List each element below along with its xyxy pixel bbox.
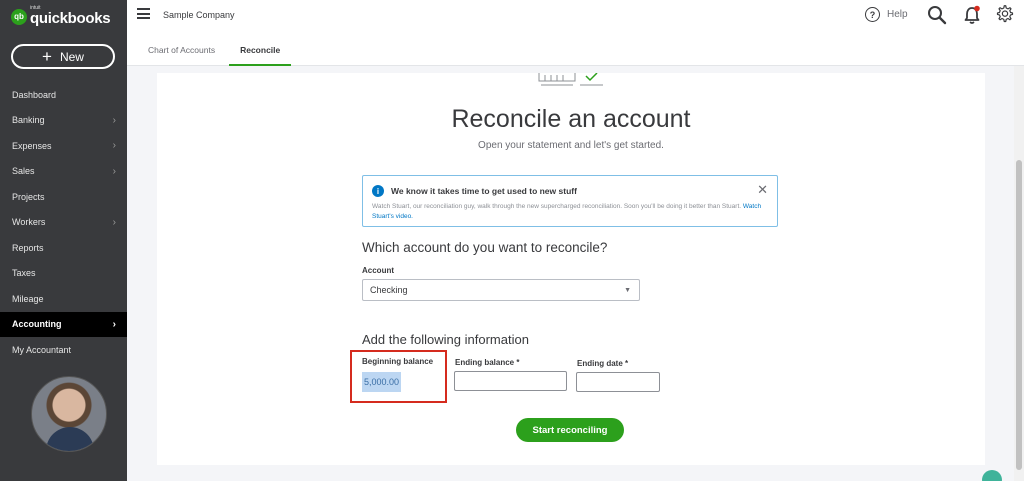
sidebar-item-my-accountant[interactable]: My Accountant [0,337,127,363]
account-select[interactable]: Checking ▼ [362,279,640,301]
chevron-right-icon: › [112,318,116,330]
sidebar-item-mileage[interactable]: Mileage [0,286,127,312]
brand-name: quickbooks [30,10,111,27]
sidebar-item-label: Projects [12,191,45,202]
sidebar-item-banking[interactable]: Banking › [0,108,127,134]
info-icon: i [372,185,384,197]
add-info-heading: Add the following information [362,332,529,347]
chevron-right-icon: › [112,216,116,228]
reconcile-illustration-icon [538,73,603,86]
search-icon[interactable] [927,5,947,25]
chat-icon[interactable] [982,470,1002,481]
info-banner: i We know it takes time to get used to n… [362,175,778,227]
tab-chart-of-accounts[interactable]: Chart of Accounts [137,45,226,66]
page-scrollbar[interactable] [1014,66,1024,481]
annotation-highlight-box [350,350,447,403]
top-bar: Sample Company ? Help Chart of Accounts … [127,0,1024,66]
start-reconciling-button[interactable]: Start reconciling [516,418,624,442]
sidebar: qb intuit quickbooks + New Dashboard Bank… [0,0,127,481]
menu-icon[interactable] [137,8,150,19]
chevron-right-icon: › [112,114,116,126]
plus-icon: + [42,47,52,66]
ending-date-label: Ending date * [577,359,629,368]
sidebar-item-label: Accounting [12,319,62,330]
ending-date-input[interactable] [576,372,660,392]
sidebar-item-workers[interactable]: Workers › [0,210,127,236]
sidebar-item-taxes[interactable]: Taxes [0,261,127,287]
notifications-bell-icon[interactable] [963,5,981,25]
chevron-right-icon: › [112,165,116,177]
sidebar-item-label: Taxes [12,268,36,279]
sidebar-item-expenses[interactable]: Expenses › [0,133,127,159]
chevron-down-icon: ▼ [624,286,631,294]
help-label: Help [887,9,908,20]
sidebar-item-projects[interactable]: Projects [0,184,127,210]
quickbooks-logo[interactable]: qb intuit quickbooks [11,6,111,27]
account-question-heading: Which account do you want to reconcile? [362,240,608,255]
scrollbar-thumb[interactable] [1016,160,1022,470]
info-banner-title: We know it takes time to get used to new… [391,186,577,196]
settings-gear-icon[interactable] [996,5,1014,23]
sidebar-item-sales[interactable]: Sales › [0,159,127,185]
sidebar-item-label: Expenses [12,140,52,151]
reconcile-card: Reconcile an account Open your statement… [157,73,985,465]
sidebar-item-label: My Accountant [12,344,72,355]
account-select-value: Checking [370,285,408,295]
company-name: Sample Company [163,10,235,20]
sidebar-item-reports[interactable]: Reports [0,235,127,261]
sidebar-nav: Dashboard Banking › Expenses › Sales › Projects… [0,82,127,363]
info-banner-text: Watch Stuart, our reconciliation guy, wa… [372,203,742,210]
new-button[interactable]: + New [11,44,115,69]
account-label: Account [362,266,394,275]
ending-balance-input[interactable] [454,371,567,391]
sidebar-item-label: Sales [12,166,35,177]
tab-reconcile[interactable]: Reconcile [229,45,292,66]
sidebar-item-label: Workers [12,217,46,228]
sidebar-item-dashboard[interactable]: Dashboard [0,82,127,108]
help-button[interactable]: ? Help [865,7,908,22]
sidebar-item-label: Dashboard [12,89,57,100]
tab-bar: Chart of Accounts Reconcile [127,45,292,66]
page-title: Reconcile an account [451,105,691,133]
sidebar-item-label: Mileage [12,293,44,304]
page-subtitle: Open your statement and let's get starte… [478,140,664,151]
info-banner-body: Watch Stuart, our reconciliation guy, wa… [372,202,767,222]
sidebar-item-label: Banking [12,115,45,126]
help-icon: ? [865,7,880,22]
new-button-label: New [59,49,84,64]
webcam-video-overlay [31,376,107,452]
chevron-right-icon: › [112,140,116,152]
sidebar-item-accounting[interactable]: Accounting › [0,311,127,337]
ending-balance-label: Ending balance * [455,358,520,367]
close-icon[interactable]: ✕ [757,182,768,198]
sidebar-item-label: Reports [12,242,44,253]
quickbooks-logo-icon: qb [11,8,27,25]
